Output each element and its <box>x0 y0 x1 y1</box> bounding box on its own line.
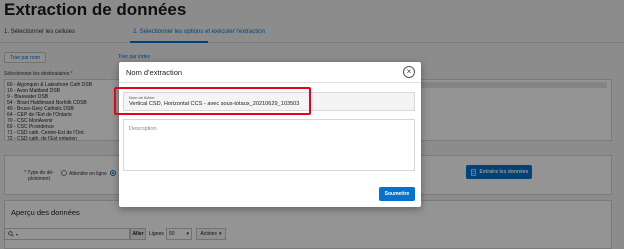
close-icon[interactable]: × <box>403 66 415 78</box>
file-name-highlight <box>114 87 311 115</box>
description-field[interactable]: Description <box>123 119 415 171</box>
description-placeholder: Description <box>129 126 157 132</box>
dialog-header: Nom d'extraction × <box>119 62 421 83</box>
extraction-name-dialog: Nom d'extraction × Nom de fichier Descri… <box>119 62 421 207</box>
dialog-title: Nom d'extraction <box>126 68 183 77</box>
submit-button[interactable]: Soumettre <box>379 187 415 201</box>
